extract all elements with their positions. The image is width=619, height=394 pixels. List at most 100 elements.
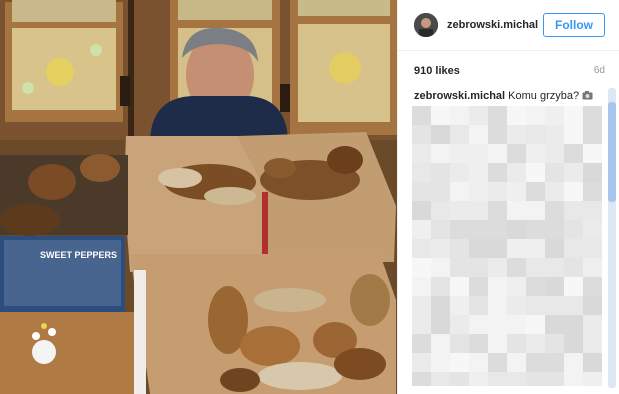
mosaic-cell [564, 258, 583, 277]
comments-scrollbar[interactable] [608, 88, 616, 388]
mosaic-cell [545, 201, 564, 220]
mosaic-cell [431, 201, 450, 220]
caption-text: Komu grzyba? [508, 90, 580, 102]
mosaic-cell [507, 106, 526, 125]
post-header: zebrowski.michal Follow [398, 0, 619, 51]
mosaic-cell [564, 182, 583, 201]
follow-button[interactable]: Follow [543, 13, 605, 37]
mosaic-cell [431, 125, 450, 144]
mosaic-cell [450, 334, 469, 353]
mosaic-cell [412, 372, 431, 386]
mosaic-cell [450, 163, 469, 182]
mosaic-cell [583, 334, 602, 353]
pixelated-comments-mosaic [412, 106, 602, 386]
mosaic-cell [488, 106, 507, 125]
mosaic-cell [450, 144, 469, 163]
mosaic-cell [545, 125, 564, 144]
mosaic-cell [488, 296, 507, 315]
mosaic-cell [431, 296, 450, 315]
mosaic-cell [564, 220, 583, 239]
mosaic-cell [412, 125, 431, 144]
mosaic-cell [545, 353, 564, 372]
mosaic-cell [583, 220, 602, 239]
mosaic-cell [507, 353, 526, 372]
mosaic-cell [431, 239, 450, 258]
scrollbar-thumb[interactable] [608, 102, 616, 202]
mosaic-cell [583, 353, 602, 372]
mosaic-cell [412, 144, 431, 163]
mosaic-cell [507, 258, 526, 277]
mosaic-cell [583, 277, 602, 296]
mosaic-cell [507, 201, 526, 220]
mosaic-cell [469, 296, 488, 315]
mosaic-cell [545, 334, 564, 353]
mosaic-cell [583, 125, 602, 144]
mosaic-cell [583, 372, 602, 386]
mosaic-cell [488, 201, 507, 220]
mosaic-cell [583, 144, 602, 163]
mosaic-cell [507, 296, 526, 315]
mosaic-cell [564, 296, 583, 315]
mosaic-cell [583, 239, 602, 258]
mosaic-cell [412, 315, 431, 334]
mosaic-cell [583, 201, 602, 220]
mosaic-cell [469, 258, 488, 277]
mosaic-cell [526, 220, 545, 239]
mosaic-cell [526, 315, 545, 334]
box-label: SWEET PEPPERS [40, 250, 117, 260]
mosaic-cell [431, 182, 450, 201]
mosaic-cell [469, 315, 488, 334]
mosaic-cell [526, 239, 545, 258]
post-photo[interactable]: SWEET PEPPERS [0, 0, 397, 394]
mosaic-cell [583, 106, 602, 125]
mosaic-cell [488, 220, 507, 239]
profile-avatar[interactable] [414, 13, 438, 37]
mosaic-cell [431, 258, 450, 277]
mosaic-cell [507, 220, 526, 239]
mosaic-cell [450, 220, 469, 239]
mosaic-cell [507, 372, 526, 386]
mosaic-cell [526, 201, 545, 220]
mosaic-cell [412, 277, 431, 296]
mosaic-cell [507, 182, 526, 201]
mosaic-cell [488, 372, 507, 386]
mosaic-cell [526, 353, 545, 372]
header-username[interactable]: zebrowski.michal [447, 19, 543, 31]
mosaic-cell [431, 372, 450, 386]
mosaic-cell [583, 315, 602, 334]
like-count[interactable]: 910 likes [414, 65, 460, 77]
mosaic-cell [545, 163, 564, 182]
mosaic-cell [526, 182, 545, 201]
mosaic-cell [507, 277, 526, 296]
mosaic-cell [488, 125, 507, 144]
mosaic-cell [412, 296, 431, 315]
mosaic-cell [526, 372, 545, 386]
mosaic-cell [488, 315, 507, 334]
mosaic-cell [526, 144, 545, 163]
mosaic-cell [507, 125, 526, 144]
mosaic-cell [469, 353, 488, 372]
post-age[interactable]: 6d [594, 65, 605, 77]
mosaic-cell [412, 106, 431, 125]
mosaic-cell [583, 182, 602, 201]
photo-illustration: SWEET PEPPERS [0, 0, 397, 394]
mosaic-cell [488, 277, 507, 296]
caption-username[interactable]: zebrowski.michal [414, 90, 505, 102]
post-caption: zebrowski.michal Komu grzyba? [398, 77, 619, 102]
mosaic-cell [488, 144, 507, 163]
mosaic-cell [431, 277, 450, 296]
post-meta: 910 likes 6d [398, 51, 619, 77]
mosaic-cell [450, 201, 469, 220]
mosaic-cell [431, 334, 450, 353]
mosaic-cell [469, 182, 488, 201]
mosaic-cell [431, 163, 450, 182]
mosaic-cell [564, 144, 583, 163]
mosaic-cell [545, 372, 564, 386]
mosaic-cell [469, 106, 488, 125]
mosaic-cell [450, 258, 469, 277]
mosaic-cell [488, 163, 507, 182]
mosaic-cell [545, 277, 564, 296]
mosaic-cell [431, 220, 450, 239]
mosaic-cell [564, 239, 583, 258]
mosaic-cell [583, 296, 602, 315]
